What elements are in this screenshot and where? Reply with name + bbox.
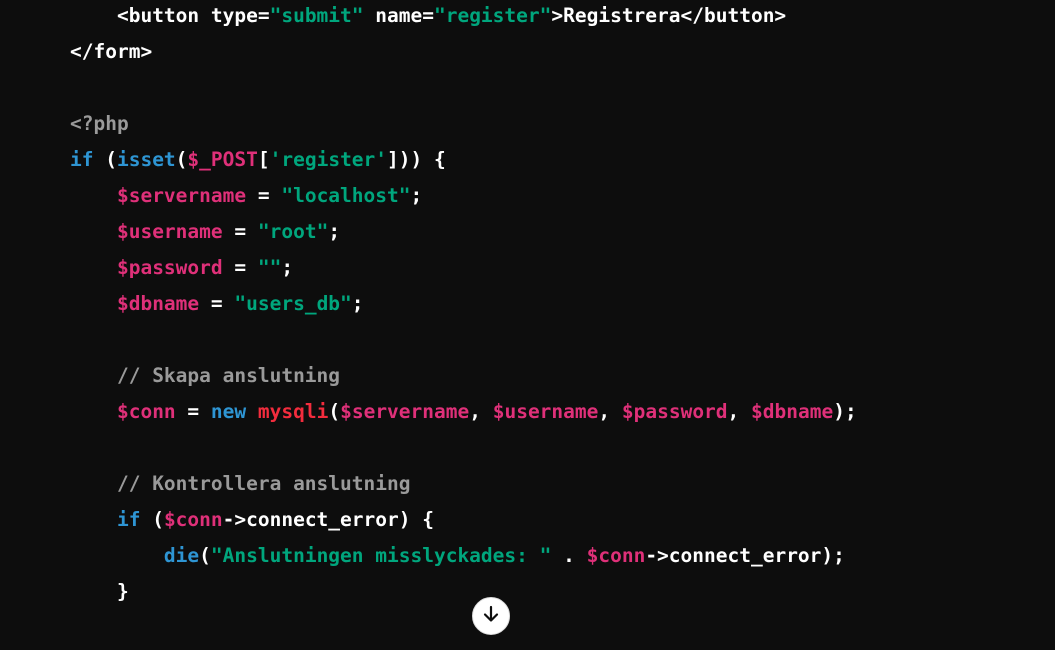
code-token: name= bbox=[363, 4, 434, 27]
code-token: "localhost" bbox=[281, 184, 411, 207]
scroll-to-bottom-button[interactable] bbox=[472, 597, 510, 635]
code-token: "" bbox=[257, 256, 282, 279]
code-token: $conn bbox=[586, 544, 646, 567]
code-token: ; bbox=[281, 256, 294, 279]
code-line: $password = ""; bbox=[70, 250, 857, 286]
code-token: ( bbox=[140, 508, 164, 531]
code-token: if bbox=[116, 508, 141, 531]
code-line: } bbox=[70, 574, 857, 610]
code-token: >Registrera</button> bbox=[551, 4, 787, 27]
code-token: // Kontrollera anslutning bbox=[116, 472, 411, 495]
code-token: = bbox=[175, 400, 211, 423]
code-token: 'register' bbox=[269, 148, 388, 171]
code-token: ; bbox=[328, 220, 341, 243]
code-token: // Skapa anslutning bbox=[116, 364, 341, 387]
code-line: // Skapa anslutning bbox=[70, 358, 857, 394]
code-line: // Kontrollera anslutning bbox=[70, 466, 857, 502]
code-line: <?php bbox=[70, 106, 857, 142]
code-token: mysqli bbox=[257, 400, 329, 423]
code-line: $servername = "localhost"; bbox=[70, 178, 857, 214]
code-token: new bbox=[210, 400, 247, 423]
code-token: } bbox=[116, 580, 129, 603]
code-token: <?php bbox=[70, 112, 129, 135]
code-token: ); bbox=[833, 400, 857, 423]
code-line: $username = "root"; bbox=[70, 214, 857, 250]
code-token: $password bbox=[621, 400, 728, 423]
code-token: = bbox=[246, 184, 282, 207]
code-token: = bbox=[222, 256, 258, 279]
code-token: , bbox=[727, 400, 752, 423]
code-token: ( bbox=[199, 544, 211, 567]
code-token: $username bbox=[492, 400, 599, 423]
code-token: [ bbox=[257, 148, 270, 171]
code-line: $conn = new mysqli($servername, $usernam… bbox=[70, 394, 857, 430]
code-token: ; bbox=[410, 184, 423, 207]
code-token: ])) { bbox=[387, 148, 446, 171]
code-token: , bbox=[598, 400, 622, 423]
code-token: . bbox=[551, 544, 587, 567]
code-token: $servername bbox=[340, 400, 470, 423]
code-line: <button type="submit" name="register">Re… bbox=[70, 0, 857, 34]
arrow-down-icon bbox=[481, 604, 501, 629]
code-token: ; bbox=[351, 292, 364, 315]
code-token: ( bbox=[175, 148, 188, 171]
code-token: $servername bbox=[116, 184, 247, 207]
code-token: $conn bbox=[163, 508, 223, 531]
code-token: , bbox=[469, 400, 493, 423]
code-token: $dbname bbox=[751, 400, 834, 423]
code-token: ( bbox=[93, 148, 117, 171]
code-token: <button type= bbox=[116, 4, 270, 27]
code-token: $_POST bbox=[187, 148, 258, 171]
code-line: die("Anslutningen misslyckades: " . $con… bbox=[70, 538, 857, 574]
code-line: </form> bbox=[70, 34, 857, 70]
code-token: "register" bbox=[433, 4, 552, 27]
code-token: "users_db" bbox=[234, 292, 352, 315]
code-token: $username bbox=[116, 220, 223, 243]
code-token: ->connect_error); bbox=[645, 544, 845, 567]
code-block: <button type="submit" name="register">Re… bbox=[70, 0, 857, 610]
code-token: "root" bbox=[257, 220, 329, 243]
code-token: isset bbox=[116, 148, 176, 171]
code-line: $dbname = "users_db"; bbox=[70, 286, 857, 322]
code-token: = bbox=[222, 220, 258, 243]
code-token: $conn bbox=[116, 400, 176, 423]
code-line: if (isset($_POST['register'])) { bbox=[70, 142, 857, 178]
code-token: ->connect_error) { bbox=[222, 508, 434, 531]
code-token: $password bbox=[116, 256, 223, 279]
code-token: $dbname bbox=[116, 292, 200, 315]
code-token: ( bbox=[328, 400, 341, 423]
code-token: </form> bbox=[70, 40, 153, 63]
code-token: if bbox=[70, 148, 94, 171]
code-token: "submit" bbox=[269, 4, 364, 27]
code-token: die bbox=[163, 544, 200, 567]
code-token: = bbox=[199, 292, 235, 315]
code-token: "Anslutningen misslyckades: " bbox=[210, 544, 552, 567]
code-line: if ($conn->connect_error) { bbox=[70, 502, 857, 538]
